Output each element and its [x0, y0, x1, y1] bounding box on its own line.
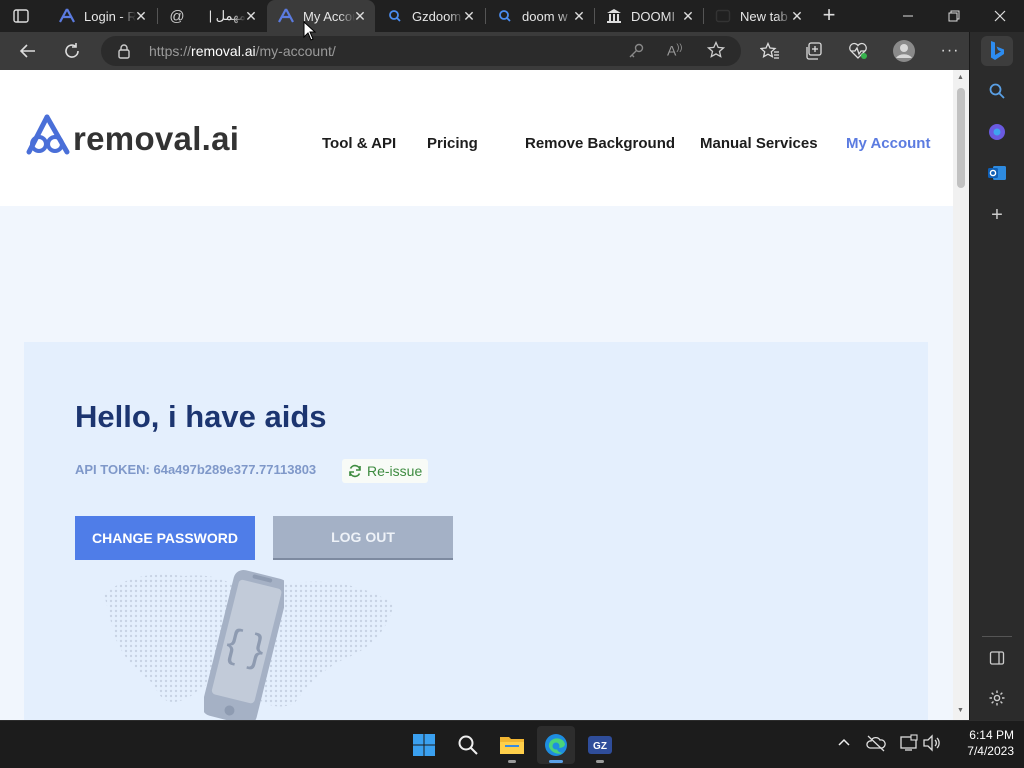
scroll-down-arrow-icon[interactable]: ▼	[957, 707, 964, 714]
greeting-heading: Hello, i have aids	[75, 399, 327, 434]
show-hidden-icons-chevron-icon[interactable]	[836, 735, 852, 751]
scroll-up-arrow-icon[interactable]: ▲	[957, 74, 964, 81]
tab-title: Login - R	[84, 8, 136, 24]
taskbar-search-icon[interactable]	[449, 726, 487, 764]
reissue-label: Re-issue	[367, 463, 423, 479]
at-sign-icon: @	[169, 7, 185, 25]
site-header: removal.ai Tool & API Pricing Remove Bac…	[0, 70, 953, 206]
nav-my-account[interactable]: My Account	[846, 135, 930, 152]
tab-doomi[interactable]: DOOMI ✕	[595, 0, 703, 32]
tab-title: New tab	[740, 8, 788, 24]
tab-my-account[interactable]: My Account ✕	[267, 0, 375, 32]
clock-time: 6:14 PM	[969, 728, 1014, 742]
url-prefix: https://	[149, 43, 192, 59]
mouse-cursor-icon	[303, 21, 317, 41]
close-tab-icon[interactable]: ✕	[134, 9, 148, 23]
minimize-icon[interactable]	[885, 0, 931, 32]
back-arrow-icon[interactable]	[13, 36, 43, 66]
new-tab-plus-icon[interactable]: +	[818, 4, 840, 27]
phone-code-illustration: { }	[204, 569, 284, 720]
copilot-icon[interactable]	[984, 119, 1010, 145]
more-options-icon[interactable]: ···	[935, 36, 965, 66]
refresh-icon[interactable]	[57, 36, 87, 66]
nav-remove-background[interactable]: Remove Background	[525, 135, 675, 152]
change-password-button[interactable]: CHANGE PASSWORD	[75, 516, 255, 560]
nav-manual-services[interactable]: Manual Services	[700, 135, 818, 152]
tab-doom-search[interactable]: doom w ✕	[486, 0, 594, 32]
search-icon[interactable]	[984, 78, 1010, 104]
gzdoom-app-icon[interactable]: GZ	[581, 726, 619, 764]
removal-ai-logo-icon	[277, 7, 295, 25]
nav-pricing[interactable]: Pricing	[427, 135, 478, 152]
close-tab-icon[interactable]: ✕	[244, 9, 258, 23]
taskbar-clock[interactable]: 6:14 PM 7/4/2023	[946, 727, 1014, 759]
add-sidebar-app-icon[interactable]: +	[984, 202, 1010, 228]
url-text[interactable]: https://removal.ai/my-account/	[149, 43, 336, 59]
restore-icon[interactable]	[931, 0, 977, 32]
page-viewport: removal.ai Tool & API Pricing Remove Bac…	[0, 70, 953, 720]
windows-start-icon[interactable]	[405, 726, 443, 764]
read-aloud-icon[interactable]: A))	[667, 42, 682, 59]
network-icon[interactable]	[899, 734, 919, 752]
new-tab-icon	[714, 7, 732, 25]
key-icon[interactable]	[627, 42, 645, 65]
edge-sidebar: +	[969, 32, 1024, 720]
browser-tab-strip: Login - R ✕ @ مهمل | ‏‎‏ ✕ My Account ✕ …	[0, 0, 1024, 32]
tab-title: DOOMI	[631, 8, 676, 24]
lock-icon[interactable]	[117, 43, 131, 64]
removal-ai-logo-icon[interactable]	[24, 114, 72, 156]
tab-arabic[interactable]: @ مهمل | ‏‎‏ ✕	[158, 0, 266, 32]
bing-copilot-icon[interactable]	[981, 36, 1013, 66]
volume-icon[interactable]	[922, 734, 942, 752]
refresh-icon	[348, 464, 362, 478]
tab-title: doom w	[522, 8, 568, 24]
close-tab-icon[interactable]: ✕	[681, 9, 695, 23]
clock-date: 7/4/2023	[967, 744, 1014, 758]
outlook-icon[interactable]	[984, 160, 1010, 186]
tab-actions-icon[interactable]	[12, 7, 30, 25]
removal-ai-logo-icon	[58, 7, 76, 25]
tab-login[interactable]: Login - R ✕	[48, 0, 156, 32]
tab-title: مهمل | ‏‎‏	[205, 8, 246, 23]
logout-button[interactable]: LOG OUT	[273, 516, 453, 560]
nav-tool-api[interactable]: Tool & API	[322, 135, 396, 152]
settings-gear-icon[interactable]	[984, 685, 1010, 711]
search-icon	[386, 7, 404, 25]
url-domain: removal.ai	[191, 43, 256, 59]
file-explorer-icon[interactable]	[493, 726, 531, 764]
site-logo-text[interactable]: removal.ai	[73, 120, 239, 158]
close-tab-icon[interactable]: ✕	[790, 9, 804, 23]
onedrive-offline-icon[interactable]	[866, 734, 886, 752]
page-scrollbar[interactable]: ▲ ▼	[953, 70, 969, 720]
svg-text:GZ: GZ	[593, 741, 607, 752]
browser-essentials-icon[interactable]	[843, 36, 873, 66]
favorite-star-icon[interactable]	[706, 40, 726, 64]
collections-icon[interactable]	[799, 36, 829, 66]
profile-avatar-icon[interactable]	[889, 36, 919, 66]
search-icon	[496, 7, 514, 25]
address-bar[interactable]: https://removal.ai/my-account/ A))	[101, 36, 741, 66]
url-path: /my-account/	[255, 43, 336, 59]
tab-new-tab[interactable]: New tab ✕	[704, 0, 812, 32]
edge-browser-icon[interactable]	[537, 726, 575, 764]
close-tab-icon[interactable]: ✕	[462, 9, 476, 23]
scrollbar-thumb[interactable]	[957, 88, 965, 188]
hide-sidebar-icon[interactable]	[984, 645, 1010, 671]
tab-title: Gzdoom	[412, 8, 462, 24]
windows-taskbar: GZ	[0, 720, 1024, 768]
reissue-button[interactable]: Re-issue	[342, 459, 429, 483]
close-tab-icon[interactable]: ✕	[572, 9, 586, 23]
browser-toolbar: https://removal.ai/my-account/ A)) ···	[0, 32, 1024, 70]
museum-icon	[605, 7, 623, 25]
api-token-text: API TOKEN: 64a497b289e377.77113803	[75, 462, 317, 477]
tab-gzdoom[interactable]: Gzdoom ✕	[376, 0, 484, 32]
favorites-icon[interactable]	[755, 36, 785, 66]
sidebar-divider	[982, 636, 1012, 637]
close-window-icon[interactable]	[977, 0, 1023, 32]
close-tab-icon[interactable]: ✕	[353, 9, 367, 23]
